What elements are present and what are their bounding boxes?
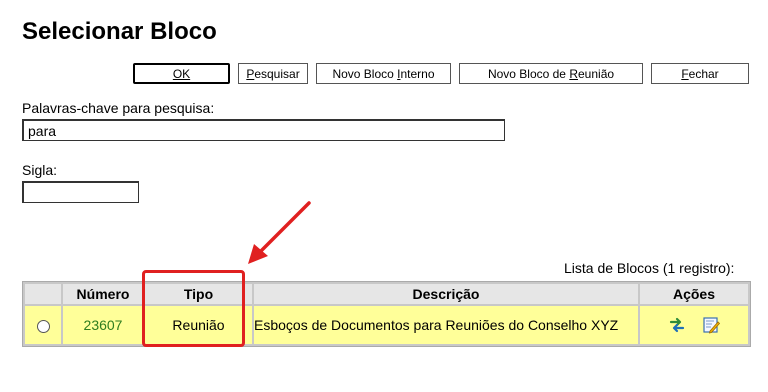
blocks-table: Número Tipo Descrição Ações 23607 Reuniã… <box>22 281 751 347</box>
row-descricao: Esboços de Documentos para Reuniões do C… <box>254 306 638 344</box>
new-meeting-block-label: eunião <box>578 66 615 81</box>
search-button[interactable]: Pesquisar <box>238 63 308 84</box>
row-select-radio[interactable] <box>36 319 50 333</box>
row-numero: 23607 <box>63 306 143 344</box>
search-button-label: esquisar <box>254 66 300 81</box>
acoes-column-header: Ações <box>640 284 748 304</box>
numero-column-header: Número <box>63 284 143 304</box>
new-internal-block-prefix: Novo Bloco <box>332 66 398 81</box>
table-caption: Lista de Blocos (1 registro): <box>564 260 735 276</box>
page-title: Selecionar Bloco <box>22 18 217 45</box>
close-button-label: echar <box>688 66 719 81</box>
close-button-mnemonic: F <box>681 66 689 81</box>
keywords-label: Palavras-chave para pesquisa: <box>22 100 215 116</box>
sigla-input[interactable] <box>22 181 139 203</box>
close-button[interactable]: Fechar <box>651 63 749 84</box>
descricao-column-header: Descrição <box>254 284 638 304</box>
row-actions <box>640 306 748 344</box>
new-meeting-block-prefix: Novo Bloco de <box>487 66 570 81</box>
select-block-page: Selecionar Bloco OK Pesquisar Novo Bloco… <box>0 0 768 392</box>
new-internal-block-label: nterno <box>400 66 435 81</box>
new-meeting-block-button[interactable]: Novo Bloco de Reunião <box>459 63 643 84</box>
table-header-row: Número Tipo Descrição Ações <box>25 284 748 304</box>
select-column-header <box>25 284 61 304</box>
keywords-input[interactable] <box>22 119 505 141</box>
search-button-mnemonic: P <box>246 66 255 81</box>
table-row[interactable]: 23607 Reunião Esboços de Documentos para… <box>25 306 748 344</box>
new-meeting-block-mnemonic: R <box>569 66 578 81</box>
tipo-column-header: Tipo <box>145 284 252 304</box>
annotation-arrow-icon <box>248 201 311 264</box>
ok-button-label: OK <box>172 66 191 81</box>
edit-document-icon[interactable] <box>702 316 720 334</box>
new-internal-block-button[interactable]: Novo Bloco Interno <box>316 63 451 84</box>
ok-button[interactable]: OK <box>133 63 230 84</box>
row-tipo: Reunião <box>145 306 252 344</box>
row-select-cell <box>25 306 61 344</box>
transport-arrows-icon[interactable] <box>668 316 686 334</box>
sigla-label: Sigla: <box>22 162 58 178</box>
